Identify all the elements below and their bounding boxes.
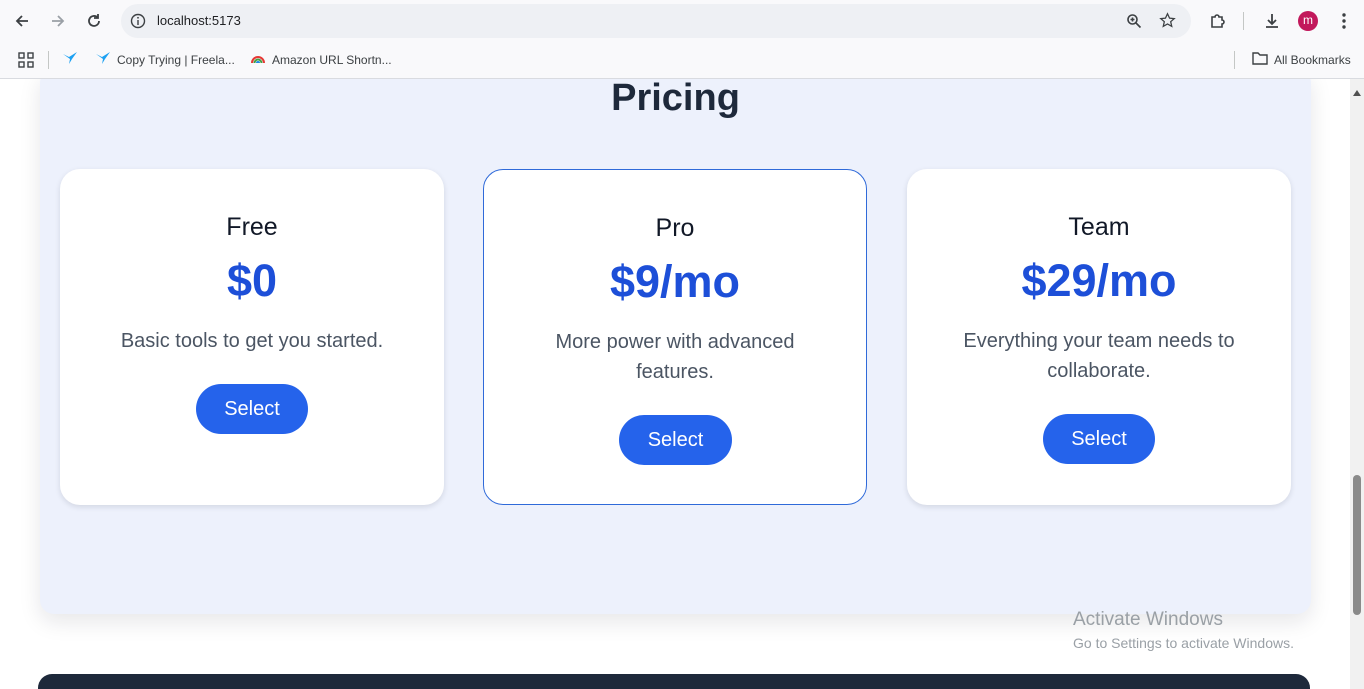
url-text[interactable]: localhost:5173 [157,13,241,28]
bookmarks-divider [1234,51,1235,69]
page-viewport: Pricing Free $0 Basic tools to get you s… [0,79,1350,689]
page-scrollbar[interactable] [1350,79,1364,689]
download-icon[interactable] [1261,10,1283,32]
bird-icon [62,51,78,68]
extensions-icon[interactable] [1207,10,1229,32]
plan-card-free: Free $0 Basic tools to get you started. … [60,169,444,505]
rainbow-icon [250,51,266,68]
select-pro-button[interactable]: Select [619,415,732,465]
scrollbar-thumb[interactable] [1353,475,1361,615]
plan-name: Team [1068,213,1130,241]
all-bookmarks-label: All Bookmarks [1274,52,1351,67]
plan-price: $9/mo [609,256,741,307]
bookmark-item[interactable]: Amazon URL Shortn... [250,51,392,68]
all-bookmarks-button[interactable]: All Bookmarks [1252,51,1351,68]
dark-footer-section [38,674,1310,689]
address-bar[interactable]: localhost:5173 [121,4,1191,38]
activate-windows-watermark: Activate Windows Go to Settings to activ… [1073,609,1294,651]
reload-icon[interactable] [83,10,105,32]
plan-description: Everything your team needs to collaborat… [963,330,1235,382]
scroll-up-arrow-icon[interactable] [1353,83,1361,101]
folder-icon [1252,51,1268,68]
zoom-icon[interactable] [1126,13,1142,34]
profile-avatar[interactable]: m [1298,11,1318,31]
bookmarks-bar: Copy Trying | Freela... Amazon URL Short… [0,42,1364,79]
plan-card-pro: Pro $9/mo More power with advanced featu… [483,169,867,505]
pricing-section: Pricing Free $0 Basic tools to get you s… [40,79,1311,614]
bookmarks-divider [48,51,49,69]
site-info-icon[interactable] [130,13,146,34]
watermark-subtitle: Go to Settings to activate Windows. [1073,635,1294,651]
select-team-button[interactable]: Select [1043,414,1155,464]
bird-icon [95,51,111,68]
back-arrow-icon[interactable] [11,10,33,32]
plan-description: Basic tools to get you started. [120,330,384,352]
forward-arrow-icon[interactable] [47,10,69,32]
plan-card-team: Team $29/mo Everything your team needs t… [907,169,1291,505]
plan-name: Pro [655,214,695,242]
toolbar-divider [1243,12,1244,30]
pricing-title: Pricing [611,79,740,119]
plan-name: Free [226,213,278,241]
apps-grid-icon[interactable] [18,52,34,73]
browser-toolbar: localhost:5173 m [0,0,1364,42]
plan-description: More power with advanced features. [555,331,795,383]
plan-price: $0 [226,255,278,306]
bookmark-item[interactable] [62,51,84,68]
bookmark-star-icon[interactable] [1159,12,1176,34]
plan-price: $29/mo [1021,255,1177,306]
more-menu-icon[interactable] [1333,10,1355,32]
watermark-title: Activate Windows [1073,609,1223,630]
select-free-button[interactable]: Select [196,384,308,434]
bookmark-label: Copy Trying | Freela... [117,52,235,67]
bookmark-label: Amazon URL Shortn... [272,52,392,67]
bookmark-item[interactable]: Copy Trying | Freela... [95,51,235,68]
